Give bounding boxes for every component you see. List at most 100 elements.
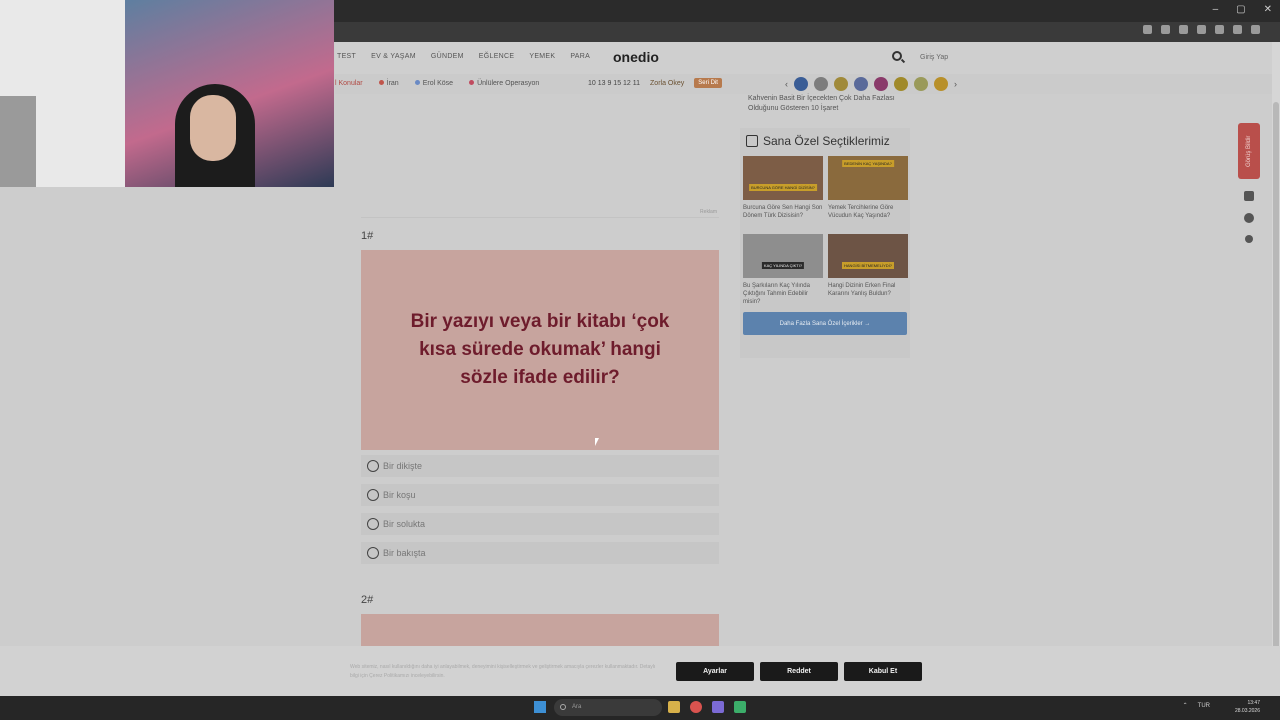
login-link[interactable]: Giriş Yap bbox=[920, 54, 948, 61]
story-avatar[interactable] bbox=[794, 77, 808, 91]
pick-card[interactable]: KAÇ YILINDA ÇIKTI? Bu Şarkıların Kaç Yıl… bbox=[743, 234, 823, 306]
topic-item[interactable]: İran bbox=[378, 80, 399, 87]
radio-icon[interactable] bbox=[367, 547, 379, 559]
answer-option[interactable]: Bir koşu bbox=[361, 484, 719, 506]
share-icon[interactable] bbox=[1245, 235, 1253, 243]
cookie-text: Web sitemiz, nasıl kullanıldığını daha i… bbox=[350, 664, 656, 679]
story-avatar[interactable] bbox=[834, 77, 848, 91]
pick-caption[interactable]: Hangi Dizinin Erken Final Kararını Yanlı… bbox=[828, 282, 908, 306]
trending-topics: l Konular İran Erol Köse Ünlülere Operas… bbox=[335, 80, 539, 87]
nav-gundem[interactable]: GÜNDEM bbox=[431, 53, 464, 60]
pick-card[interactable]: HANGİSİ BİTMEMELİYDİ? Hangi Dizinin Erke… bbox=[828, 234, 908, 306]
topic-item[interactable]: l Konular bbox=[335, 80, 363, 87]
topic-dot-icon bbox=[378, 80, 384, 85]
nav-yemek[interactable]: YEMEK bbox=[529, 53, 555, 60]
story-avatar[interactable] bbox=[894, 77, 908, 91]
thumb-badge: BURCUNA GÖRE HANGİ DİZİSİN? bbox=[749, 184, 817, 191]
extension-icon[interactable] bbox=[1197, 25, 1206, 34]
puzzle-numbers[interactable]: 10 13 9 15 12 11 bbox=[588, 80, 640, 87]
system-tray: ⌃ TUR bbox=[1183, 702, 1210, 710]
taskbar: Ara ⌃ TUR 13:47 28.03.2026 bbox=[0, 696, 1280, 720]
cookie-banner: Web sitemiz, nasıl kullanıldığını daha i… bbox=[0, 646, 1280, 696]
story-avatar[interactable] bbox=[854, 77, 868, 91]
nav-para[interactable]: PARA bbox=[570, 53, 590, 60]
scroll-thumb[interactable] bbox=[1273, 102, 1279, 662]
cookie-settings-button[interactable]: Ayarlar bbox=[676, 662, 754, 681]
topic-item[interactable]: Ünlülere Operasyon bbox=[469, 80, 539, 87]
pick-thumbnail[interactable]: KAÇ YILINDA ÇIKTI? bbox=[743, 234, 823, 278]
app-icon[interactable] bbox=[712, 701, 724, 713]
site-header: TEST EV & YAŞAM GÜNDEM EĞLENCE YEMEK PAR… bbox=[335, 42, 1272, 74]
extension-icon[interactable] bbox=[1179, 25, 1188, 34]
file-explorer-icon[interactable] bbox=[668, 701, 680, 713]
question-text: Bir yazıyı veya bir kitabı ‘çok kısa sür… bbox=[410, 311, 670, 388]
chevron-right-icon[interactable]: › bbox=[954, 79, 957, 89]
game-button[interactable]: Seri Dit bbox=[694, 78, 722, 88]
search-icon[interactable] bbox=[892, 51, 902, 61]
nav-eglence[interactable]: EĞLENCE bbox=[479, 53, 515, 60]
answer-option[interactable]: Bir bakışta bbox=[361, 542, 719, 564]
picks-header: Sana Özel Seçtiklerimiz bbox=[743, 134, 907, 148]
topic-bar: l Konular İran Erol Köse Ünlülere Operas… bbox=[335, 74, 1272, 94]
install-icon[interactable] bbox=[1143, 25, 1152, 34]
radio-icon[interactable] bbox=[367, 460, 379, 472]
comment-icon[interactable] bbox=[1244, 213, 1254, 223]
story-avatar[interactable] bbox=[814, 77, 828, 91]
story-avatar[interactable] bbox=[874, 77, 888, 91]
pick-thumbnail[interactable]: BEDENİN KAÇ YAŞINDA? bbox=[828, 156, 908, 200]
pick-thumbnail[interactable]: BURCUNA GÖRE HANGİ DİZİSİN? bbox=[743, 156, 823, 200]
chevron-left-icon[interactable]: ‹ bbox=[785, 79, 788, 89]
related-title[interactable]: Kahvenin Basit Bir İçecekten Çok Daha Fa… bbox=[740, 94, 910, 114]
bookmark-icon[interactable] bbox=[1244, 191, 1254, 201]
mouse-cursor bbox=[595, 438, 599, 446]
radio-icon[interactable] bbox=[367, 489, 379, 501]
answer-option[interactable]: Bir solukta bbox=[361, 513, 719, 535]
story-avatar[interactable] bbox=[934, 77, 948, 91]
answer-option[interactable]: Bir dikişte bbox=[361, 455, 719, 477]
lang-indicator[interactable]: TUR bbox=[1198, 703, 1210, 709]
pick-thumbnail[interactable]: HANGİSİ BİTMEMELİYDİ? bbox=[828, 234, 908, 278]
radio-icon[interactable] bbox=[367, 518, 379, 530]
question-card: Bir yazıyı veya bir kitabı ‘çok kısa sür… bbox=[361, 250, 719, 450]
topic-dot-icon bbox=[414, 80, 420, 85]
game-label[interactable]: Zorla Okey bbox=[650, 80, 684, 87]
clock-time: 13:47 bbox=[1247, 700, 1260, 706]
puzzle-icon[interactable] bbox=[1233, 25, 1242, 34]
pick-caption[interactable]: Bu Şarkıların Kaç Yılında Çıktığını Tahm… bbox=[743, 282, 823, 306]
cookie-accept-button[interactable]: Kabul Et bbox=[844, 662, 922, 681]
minimize-button[interactable]: – bbox=[1213, 4, 1219, 15]
chrome-icon[interactable] bbox=[690, 701, 702, 713]
topic-item[interactable]: Erol Köse bbox=[414, 80, 453, 87]
profile-icon[interactable] bbox=[1251, 25, 1260, 34]
clock-date: 28.03.2026 bbox=[1234, 708, 1260, 714]
picks-icon bbox=[746, 135, 758, 147]
nav-test[interactable]: TEST bbox=[337, 53, 356, 60]
pick-card[interactable]: BURCUNA GÖRE HANGİ DİZİSİN? Burcuna Göre… bbox=[743, 156, 823, 228]
sidebar: Kahvenin Basit Bir İçecekten Çok Daha Fa… bbox=[740, 94, 910, 358]
thumb-badge: KAÇ YILINDA ÇIKTI? bbox=[761, 262, 805, 269]
close-button[interactable]: ✕ bbox=[1264, 4, 1272, 15]
star-icon[interactable] bbox=[1161, 25, 1170, 34]
story-avatar[interactable] bbox=[914, 77, 928, 91]
answer-options: Bir dikişte Bir koşu Bir solukta Bir bak… bbox=[361, 455, 719, 564]
app-icon[interactable] bbox=[734, 701, 746, 713]
cookie-reject-button[interactable]: Reddet bbox=[760, 662, 838, 681]
pick-caption[interactable]: Burcuna Göre Sen Hangi Son Dönem Türk Di… bbox=[743, 204, 823, 228]
picks-grid: BURCUNA GÖRE HANGİ DİZİSİN? Burcuna Göre… bbox=[743, 156, 908, 306]
more-picks-button[interactable]: Daha Fazla Sana Özel İçerikler → bbox=[743, 312, 907, 335]
game-links: 10 13 9 15 12 11 Zorla Okey Seri Dit bbox=[588, 78, 722, 88]
clock[interactable]: 13:47 28.03.2026 bbox=[1235, 699, 1260, 715]
extension-icons bbox=[1143, 25, 1260, 34]
floating-tools: Görüş Bildir bbox=[1238, 123, 1260, 243]
chevron-up-icon[interactable]: ⌃ bbox=[1183, 702, 1188, 709]
nav-ev-yasam[interactable]: EV & YAŞAM bbox=[371, 53, 416, 60]
site-logo[interactable]: onedio bbox=[613, 49, 659, 65]
page-scrollbar[interactable] bbox=[1272, 42, 1280, 662]
taskbar-search[interactable]: Ara bbox=[554, 699, 662, 716]
pick-card[interactable]: BEDENİN KAÇ YAŞINDA? Yemek Tercihlerine … bbox=[828, 156, 908, 228]
windows-start-icon[interactable] bbox=[534, 701, 546, 713]
extension-icon[interactable] bbox=[1215, 25, 1224, 34]
pick-caption[interactable]: Yemek Tercihlerine Göre Vücudun Kaç Yaşı… bbox=[828, 204, 908, 228]
maximize-button[interactable]: ▢ bbox=[1236, 4, 1245, 15]
feedback-button[interactable]: Görüş Bildir bbox=[1238, 123, 1260, 179]
